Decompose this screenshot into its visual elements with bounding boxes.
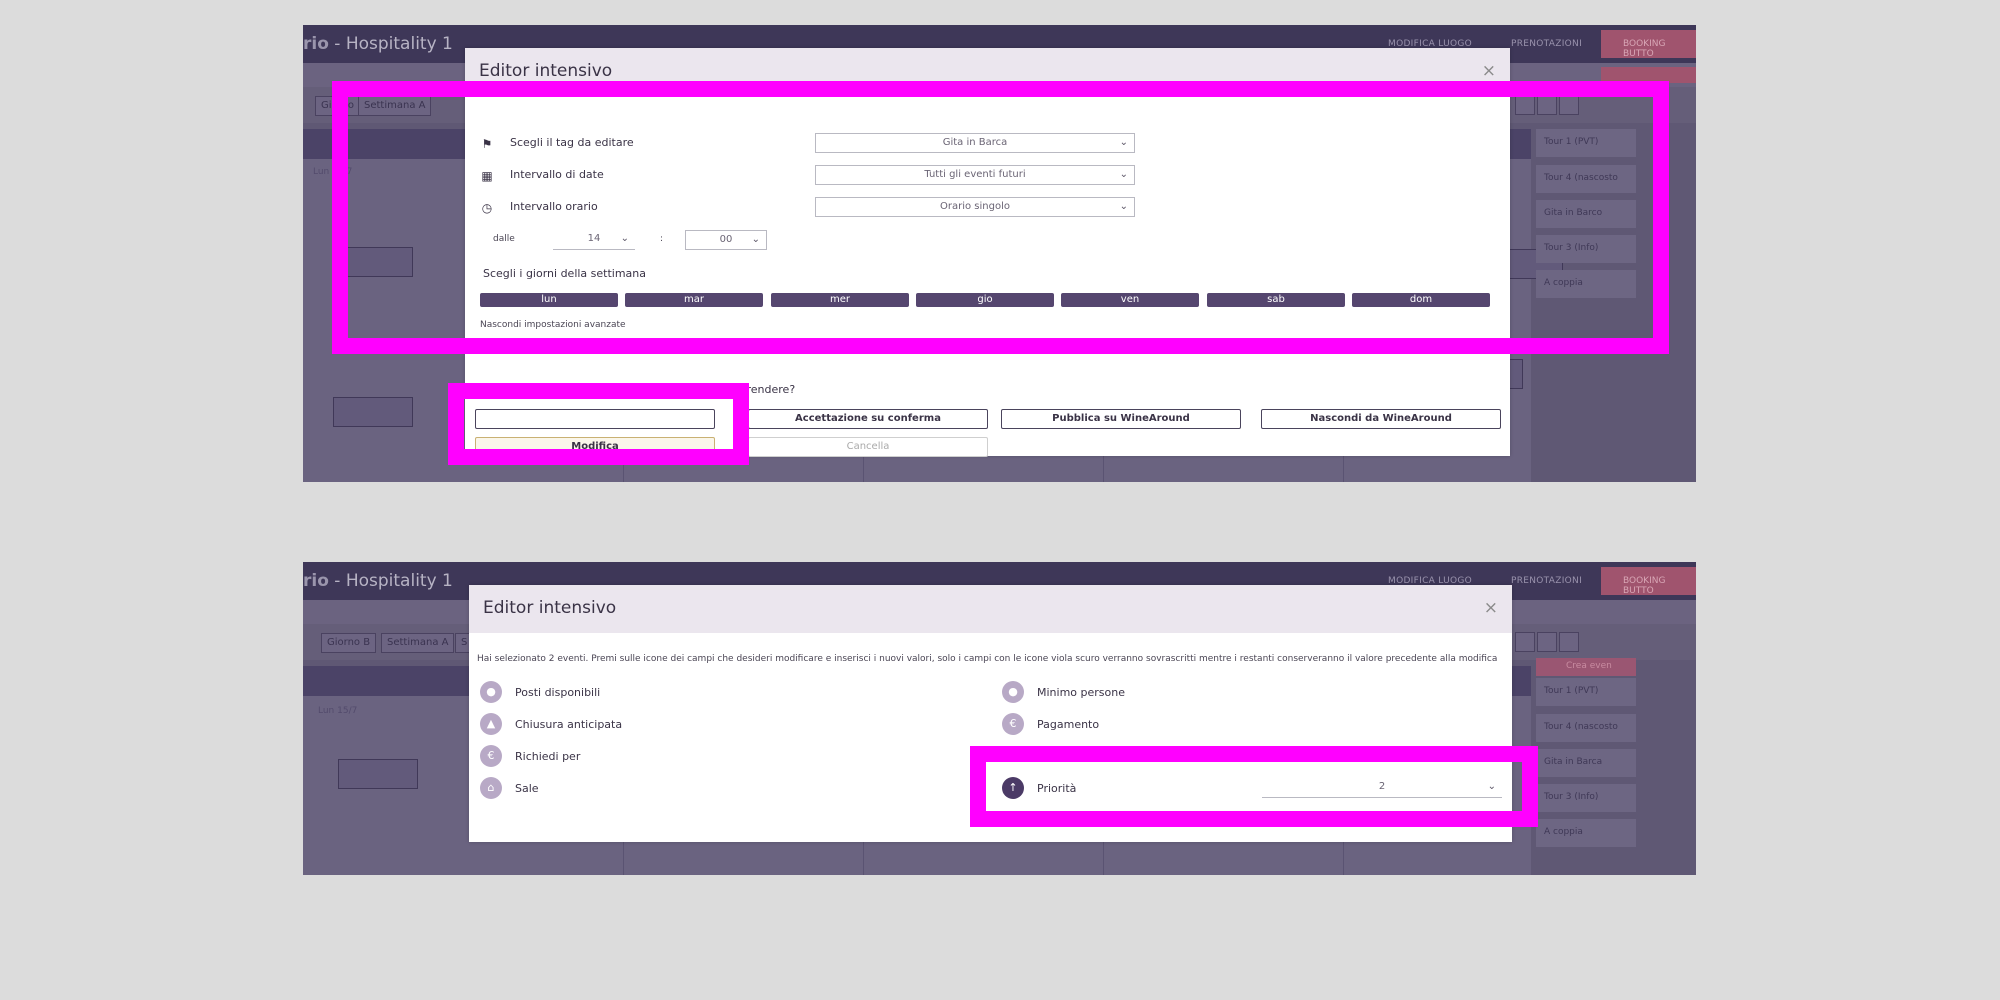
arrow-up-icon[interactable]: ↑ [1002, 777, 1024, 799]
hour-select[interactable]: 14 ⌄ [553, 230, 635, 250]
close-icon[interactable]: × [1482, 61, 1496, 81]
modifica-button[interactable]: Modifica [475, 437, 715, 457]
screenshot-1: rio - Hospitality 1 MODIFICA LUOGO PRENO… [303, 25, 1696, 482]
crea-evento-button[interactable] [1601, 67, 1696, 83]
day-button-sab[interactable]: sab [1207, 293, 1345, 307]
sidebar-item[interactable]: Tour 1 (PVT) [1536, 678, 1636, 706]
wrench-icon[interactable] [1537, 632, 1557, 652]
crea-evento-button[interactable]: Crea even [1536, 658, 1636, 676]
screenshot-2: rio - Hospitality 1 MODIFICA LUOGO PRENO… [303, 562, 1696, 875]
calendar-event[interactable] [338, 759, 418, 789]
calendar-event[interactable] [333, 247, 413, 277]
minimo-persone-label: Minimo persone [1037, 686, 1125, 699]
calendar-icon: ▦ [481, 169, 493, 183]
from-label: dalle [493, 234, 515, 244]
euro-icon[interactable]: € [1002, 713, 1024, 735]
cancella-button[interactable]: Cancella [748, 437, 988, 457]
tags-icon: ⚑ [481, 384, 493, 398]
day-button-gio[interactable]: gio [916, 293, 1054, 307]
booking-button[interactable]: BOOKING BUTTO [1601, 30, 1696, 59]
toolbar-button-giorno[interactable]: Giorno B [321, 633, 377, 653]
day-button-mar[interactable]: mar [625, 293, 763, 307]
modal-title: Editor intensivo [479, 61, 613, 81]
pubblica-button[interactable]: Pubblica su WineAround [1001, 409, 1241, 429]
day-button-ven[interactable]: ven [1061, 293, 1199, 307]
chevron-down-icon: ⌄ [1119, 201, 1128, 212]
editor-intensivo-modal: Editor intensivo × Hai selezionato 2 eve… [469, 585, 1512, 842]
nav-prenotazioni[interactable]: PRENOTAZIONI [1511, 39, 1582, 49]
clock-icon: ◷ [481, 201, 493, 215]
sidebar-item[interactable]: A coppia [1536, 270, 1636, 298]
sidebar-item[interactable]: Tour 1 (PVT) [1536, 129, 1636, 157]
day-button-dom[interactable]: dom [1352, 293, 1490, 307]
event-sidebar: Crea even Tour 1 (PVT) Tour 4 (nascosto … [1536, 658, 1696, 875]
richiedi-per-label: Richiedi per [515, 750, 581, 763]
day-label: Lun 15/7 [313, 167, 353, 177]
action-button-hidden[interactable] [475, 409, 715, 429]
hide-advanced-link[interactable]: Nascondi impostazioni avanzate [480, 320, 626, 330]
editor-intensivo-modal: Editor intensivo × ⚑ Scegli il tag da ed… [465, 48, 1510, 457]
filter-icon[interactable] [1515, 95, 1535, 115]
info-text: Hai selezionato 2 eventi. Premi sulle ic… [477, 654, 1498, 664]
wrench-icon[interactable] [1537, 95, 1557, 115]
user-icon[interactable]: ● [480, 681, 502, 703]
date-range-label: Intervallo di date [510, 168, 604, 181]
nav-prenotazioni[interactable]: PRENOTAZIONI [1511, 576, 1582, 586]
date-range-select[interactable]: Tutti gli eventi futuri ⌄ [815, 165, 1135, 185]
pagamento-label: Pagamento [1037, 718, 1100, 731]
booking-button[interactable]: BOOKING BUTTO [1601, 567, 1696, 596]
priorita-select[interactable]: 2 ⌄ [1262, 778, 1502, 798]
priorita-label: Priorità [1037, 782, 1077, 795]
app-title: rio - Hospitality 1 [303, 34, 453, 54]
posti-disponibili-label: Posti disponibili [515, 686, 601, 699]
chiusura-anticipata-label: Chiusura anticipata [515, 718, 623, 731]
modal-title: Editor intensivo [483, 598, 617, 618]
chevron-down-icon: ⌄ [751, 234, 760, 245]
day-label: Lun 15/7 [318, 706, 358, 716]
sidebar-item[interactable]: Tour 4 (nascosto [1536, 165, 1636, 193]
app-title: rio - Hospitality 1 [303, 571, 453, 591]
time-range-select[interactable]: Orario singolo ⌄ [815, 197, 1135, 217]
sidebar-item[interactable]: Gita in Barco [1536, 200, 1636, 228]
modal-header: Editor intensivo × [469, 585, 1512, 633]
weekdays-label: Scegli i giorni della settimana [483, 267, 647, 280]
sidebar-item[interactable]: Tour 3 (Info) [1536, 235, 1636, 263]
close-icon[interactable]: × [1484, 598, 1498, 618]
time-range-label: Intervallo orario [510, 200, 598, 213]
bookings-checkbox[interactable] [480, 340, 493, 353]
toolbar-button-settimana[interactable]: Settimana A [381, 633, 455, 653]
tag-label: Scegli il tag da editare [510, 136, 634, 149]
day-button-lun[interactable]: lun [480, 293, 618, 307]
sidebar-item[interactable]: Tour 3 (Info) [1536, 784, 1636, 812]
sidebar-item[interactable]: Gita in Barca [1536, 749, 1636, 777]
chevron-down-icon: ⌄ [620, 233, 629, 244]
bookings-checkbox-label: Modifica anche gli eventi con prenotazio… [500, 342, 1089, 352]
refresh-icon[interactable] [1559, 95, 1579, 115]
calendar-event[interactable] [333, 397, 413, 427]
home-icon[interactable]: ⌂ [480, 777, 502, 799]
sale-label: Sale [515, 782, 539, 795]
modal-header: Editor intensivo × [465, 48, 1510, 96]
event-sidebar: Tour 1 (PVT) Tour 4 (nascosto Gita in Ba… [1536, 129, 1696, 482]
tag-select[interactable]: Gita in Barca ⌄ [815, 133, 1135, 153]
chevron-down-icon: ⌄ [1119, 169, 1128, 180]
bell-icon[interactable]: ▲ [480, 713, 502, 735]
minute-select[interactable]: 00 ⌄ [685, 230, 767, 250]
euro-icon[interactable]: € [480, 745, 502, 767]
accettazione-button[interactable]: Accettazione su conferma [748, 409, 988, 429]
sidebar-item[interactable]: A coppia [1536, 819, 1636, 847]
day-button-mer[interactable]: mer [771, 293, 909, 307]
sidebar-item[interactable]: Tour 4 (nascosto [1536, 714, 1636, 742]
selected-events-text: 2 eventi selezionati, che azione vuoi in… [510, 383, 796, 396]
nascondi-button[interactable]: Nascondi da WineAround [1261, 409, 1501, 429]
tag-icon: ⚑ [481, 137, 493, 151]
user-icon[interactable]: ● [1002, 681, 1024, 703]
toolbar-button-settimana[interactable]: Settimana A [358, 96, 432, 116]
filter-icon[interactable] [1515, 632, 1535, 652]
chevron-down-icon: ⌄ [1487, 781, 1496, 792]
time-colon: : [660, 234, 664, 244]
chevron-down-icon: ⌄ [1119, 137, 1128, 148]
refresh-icon[interactable] [1559, 632, 1579, 652]
